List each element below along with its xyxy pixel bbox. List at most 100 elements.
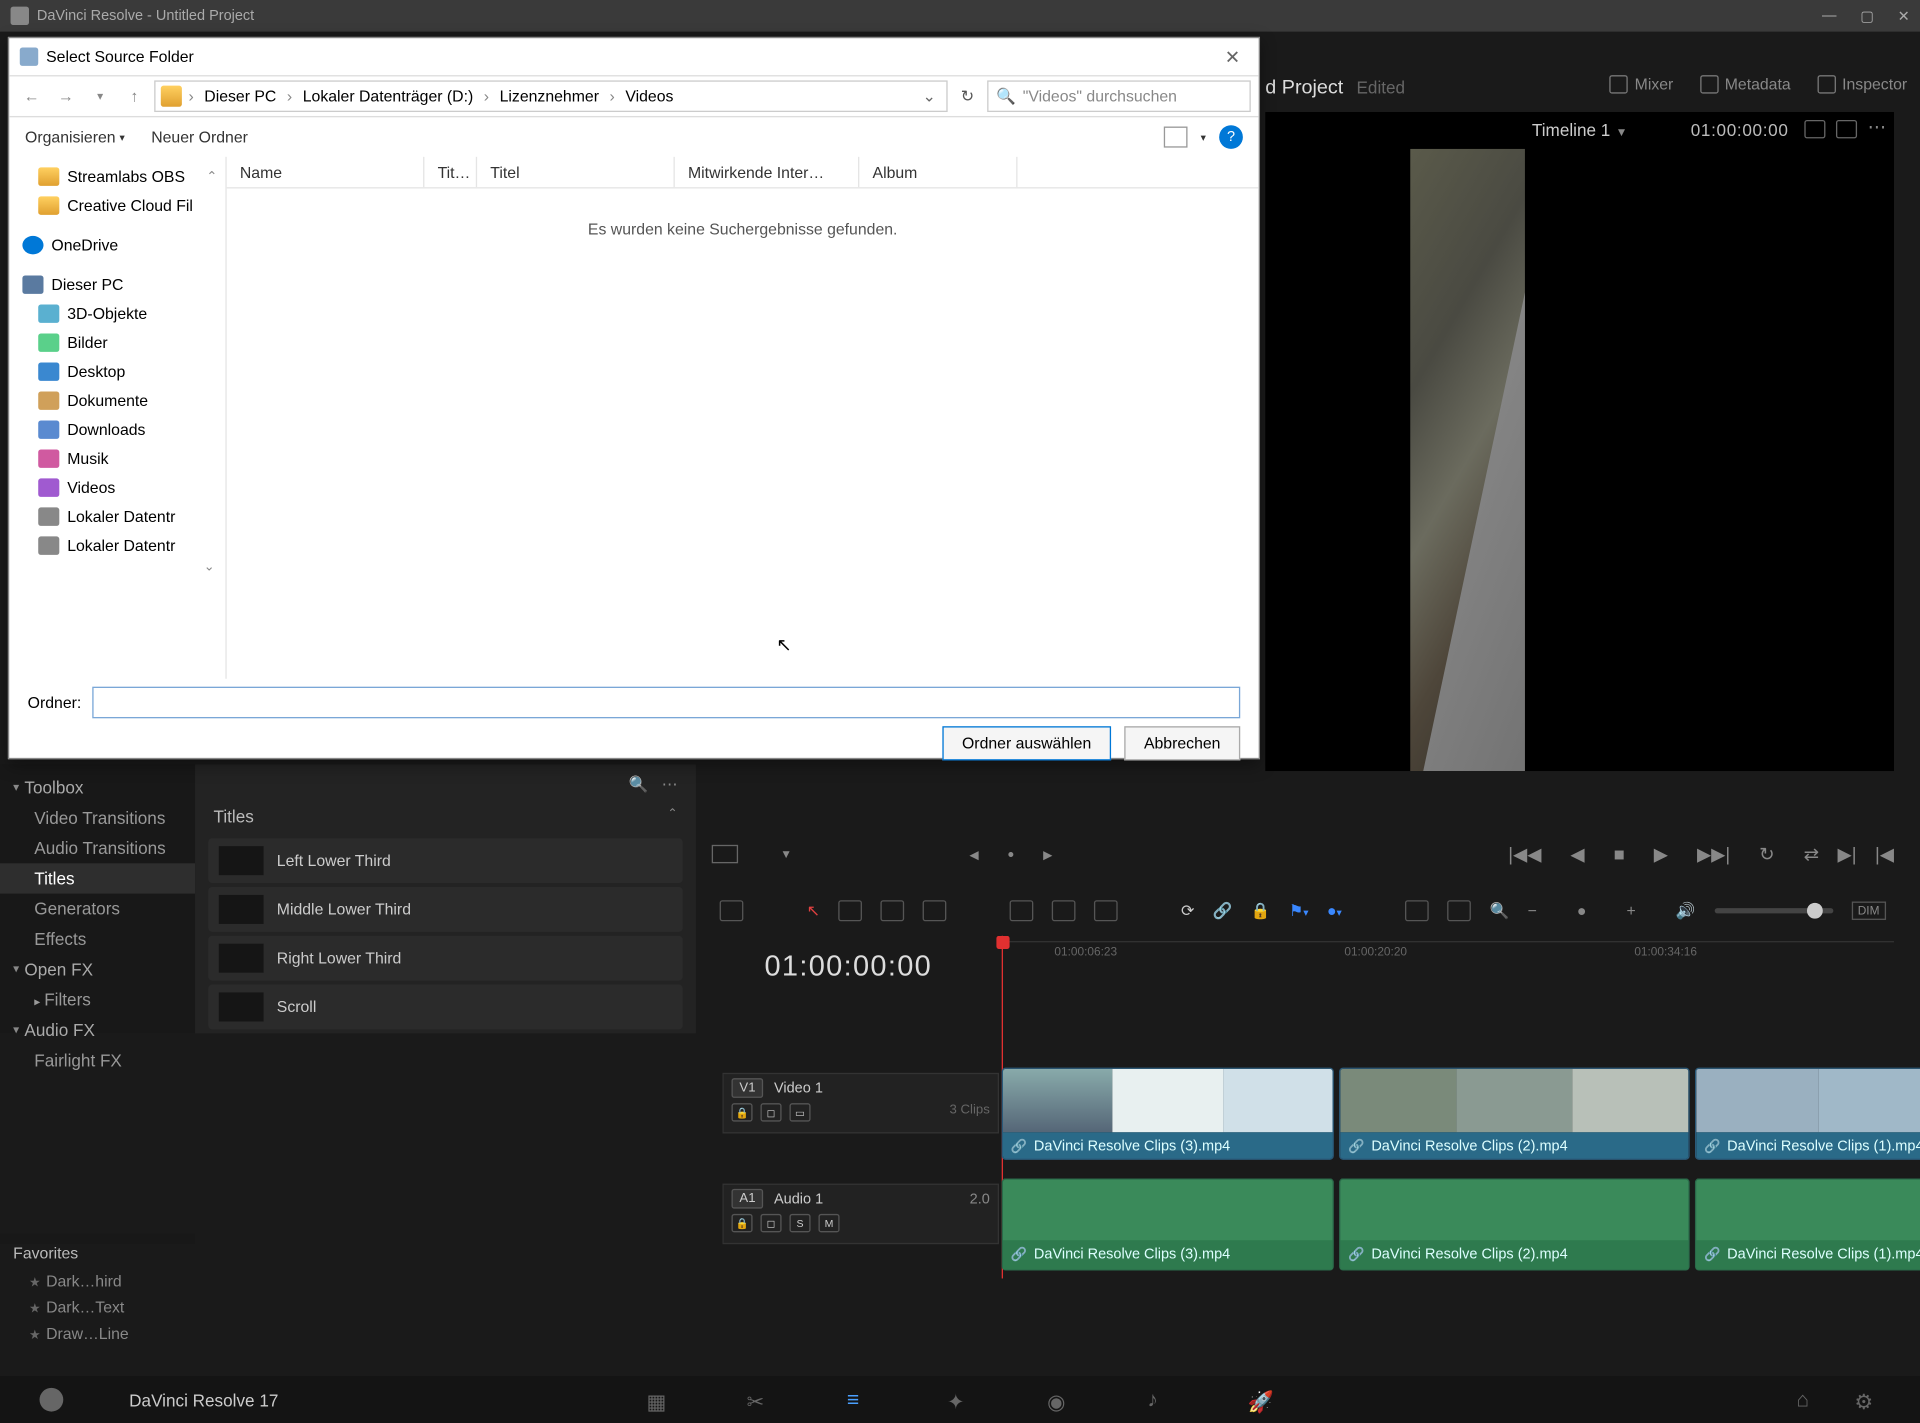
favorite-item[interactable]: Dark…Text bbox=[11, 1294, 185, 1320]
fusion-page-icon[interactable]: ✦ bbox=[947, 1389, 973, 1410]
first-frame-icon[interactable]: |◀◀ bbox=[1508, 843, 1541, 865]
effects-node[interactable]: Effects bbox=[0, 924, 195, 954]
tree-item[interactable]: Musik bbox=[9, 444, 225, 473]
match-frame-icon[interactable]: ⇄ bbox=[1804, 843, 1819, 865]
fairlight-page-icon[interactable]: ♪ bbox=[1147, 1389, 1173, 1410]
tree-item[interactable]: Desktop bbox=[9, 357, 225, 386]
lock-icon[interactable]: 🔒 bbox=[1251, 902, 1271, 920]
filters-node[interactable]: ▸Filters bbox=[0, 985, 195, 1015]
audio-clip[interactable]: DaVinci Resolve Clips (2).mp4 bbox=[1339, 1178, 1690, 1270]
panel-menu-icon[interactable]: ⋯ bbox=[662, 775, 678, 793]
tree-item[interactable]: Dieser PC bbox=[9, 270, 225, 299]
insert-icon[interactable] bbox=[1010, 900, 1034, 921]
prev-frame-icon[interactable]: ◀ bbox=[1570, 843, 1584, 865]
cut-page-icon[interactable]: ✂ bbox=[747, 1389, 773, 1410]
deliver-page-icon[interactable]: 🚀 bbox=[1247, 1389, 1273, 1410]
lock-icon[interactable]: 🔒 bbox=[731, 1214, 752, 1232]
zoom-fit-icon[interactable] bbox=[1447, 900, 1471, 921]
last-frame-icon[interactable]: ▶▶| bbox=[1697, 843, 1730, 865]
tree-item[interactable]: OneDrive bbox=[9, 231, 225, 260]
auto-select-icon[interactable]: ◻ bbox=[760, 1214, 781, 1232]
volume-slider[interactable] bbox=[1714, 908, 1833, 913]
viewer-menu-icon[interactable]: ⋯ bbox=[1868, 120, 1886, 138]
video-clip[interactable]: DaVinci Resolve Clips (3).mp4 bbox=[1002, 1068, 1334, 1160]
titles-node[interactable]: Titles bbox=[0, 863, 195, 893]
tree-item[interactable]: Streamlabs OBS⌃ bbox=[9, 162, 225, 191]
tree-item[interactable]: Lokaler Datentr bbox=[9, 502, 225, 531]
audiofx-node[interactable]: ▾Audio FX bbox=[0, 1015, 195, 1045]
auto-select-icon[interactable]: ◻ bbox=[760, 1103, 781, 1121]
track-badge[interactable]: A1 bbox=[731, 1189, 763, 1209]
search-tl-icon[interactable] bbox=[1405, 900, 1429, 921]
timeline-ruler[interactable]: 01:00:06:23 01:00:20:20 01:00:34:16 01:0… bbox=[1002, 941, 1894, 975]
organize-button[interactable]: Organisieren▾ bbox=[25, 128, 125, 146]
cancel-button[interactable]: Abbrechen bbox=[1124, 726, 1240, 760]
bypass-icon[interactable] bbox=[1804, 120, 1825, 138]
video-track-header[interactable]: V1Video 1 🔒 ◻ ▭ 3 Clips bbox=[722, 1073, 999, 1134]
next-clip-icon[interactable]: ▶| bbox=[1838, 843, 1857, 865]
breadcrumb[interactable]: ›Dieser PC ›Lokaler Datenträger (D:) ›Li… bbox=[154, 80, 947, 112]
stop-icon[interactable]: ■ bbox=[1614, 844, 1625, 865]
tree-item[interactable]: Videos bbox=[9, 473, 225, 502]
title-item[interactable]: Left Lower Third bbox=[208, 838, 682, 883]
solo-icon[interactable]: S bbox=[789, 1214, 810, 1232]
video-transitions-node[interactable]: Video Transitions bbox=[0, 803, 195, 833]
volume-icon[interactable]: 🔊 bbox=[1676, 902, 1696, 920]
chevron-down-icon[interactable]: ▼ bbox=[780, 847, 792, 860]
zoom-out-icon[interactable]: 🔍 bbox=[1489, 902, 1509, 920]
mute-icon[interactable]: M bbox=[818, 1214, 839, 1232]
title-item[interactable]: Middle Lower Third bbox=[208, 887, 682, 932]
refresh-icon[interactable]: ↻ bbox=[953, 87, 982, 105]
search-input[interactable]: 🔍 "Videos" durchsuchen bbox=[987, 80, 1251, 112]
timeline-view-icon[interactable] bbox=[720, 900, 744, 921]
track-badge[interactable]: V1 bbox=[731, 1078, 763, 1098]
tree-item[interactable]: Creative Cloud Fil bbox=[9, 191, 225, 220]
toolbox-node[interactable]: ▾Toolbox bbox=[0, 772, 195, 802]
fairlight-node[interactable]: Fairlight FX bbox=[0, 1045, 195, 1075]
breadcrumb-item[interactable]: Dieser PC bbox=[200, 87, 280, 105]
forward-icon[interactable]: → bbox=[51, 82, 80, 111]
replace-icon[interactable] bbox=[1094, 900, 1118, 921]
lock-icon[interactable]: 🔒 bbox=[731, 1103, 752, 1121]
tree-item[interactable]: Bilder bbox=[9, 328, 225, 357]
favorite-item[interactable]: Dark…hird bbox=[11, 1268, 185, 1294]
selection-tool-icon[interactable]: ↖ bbox=[807, 902, 820, 920]
select-folder-button[interactable]: Ordner auswählen bbox=[942, 726, 1111, 760]
next-edit-icon[interactable]: ▸ bbox=[1043, 843, 1052, 865]
mixer-button[interactable]: Mixer bbox=[1610, 75, 1674, 93]
column-headers[interactable]: Name Tit… Titel Mitwirkende Inter… Album bbox=[227, 157, 1259, 189]
openfx-node[interactable]: ▾Open FX bbox=[0, 954, 195, 984]
viewer-video[interactable] bbox=[1410, 149, 1525, 771]
overwrite-icon[interactable] bbox=[1052, 900, 1076, 921]
link-icon[interactable]: 🔗 bbox=[1213, 902, 1233, 920]
color-page-icon[interactable]: ◉ bbox=[1047, 1389, 1073, 1410]
tree-item[interactable]: Downloads bbox=[9, 415, 225, 444]
breadcrumb-item[interactable]: Lizenznehmer bbox=[496, 87, 603, 105]
audio-clip[interactable]: DaVinci Resolve Clips (1).mp4 bbox=[1695, 1178, 1920, 1270]
audio-clip[interactable]: DaVinci Resolve Clips (3).mp4 bbox=[1002, 1178, 1334, 1270]
back-icon[interactable]: ← bbox=[17, 82, 46, 111]
marker-icon[interactable]: ●▾ bbox=[1327, 902, 1342, 920]
video-clip[interactable]: DaVinci Resolve Clips (1).mp4 bbox=[1695, 1068, 1920, 1160]
tree-item[interactable]: Dokumente bbox=[9, 386, 225, 415]
viewer-mode-icon[interactable] bbox=[712, 845, 738, 863]
new-folder-button[interactable]: Neuer Ordner bbox=[151, 128, 248, 146]
blade-tool-icon[interactable] bbox=[923, 900, 947, 921]
edit-page-icon[interactable]: ≡ bbox=[847, 1389, 873, 1410]
chevron-down-icon[interactable]: ▾ bbox=[1201, 131, 1206, 143]
tree-item[interactable]: Lokaler Datentr bbox=[9, 531, 225, 560]
title-item[interactable]: Scroll bbox=[208, 985, 682, 1030]
close-icon[interactable]: ✕ bbox=[1898, 7, 1910, 24]
dialog-close-icon[interactable]: ✕ bbox=[1217, 45, 1248, 67]
retime-icon[interactable]: ⟳ bbox=[1181, 902, 1194, 920]
up-icon[interactable]: ↑ bbox=[120, 82, 149, 111]
loop-icon[interactable]: ↻ bbox=[1759, 843, 1774, 865]
title-item[interactable]: Right Lower Third bbox=[208, 936, 682, 981]
folder-input[interactable] bbox=[92, 687, 1240, 719]
titles-section-header[interactable]: Titles⌃ bbox=[208, 799, 682, 835]
file-list[interactable]: Name Tit… Titel Mitwirkende Inter… Album… bbox=[227, 157, 1259, 679]
inspector-button[interactable]: Inspector bbox=[1817, 75, 1907, 93]
audio-transitions-node[interactable]: Audio Transitions bbox=[0, 833, 195, 863]
minimize-icon[interactable]: — bbox=[1822, 7, 1836, 24]
chevron-down-icon[interactable]: ⌄ bbox=[917, 87, 941, 105]
